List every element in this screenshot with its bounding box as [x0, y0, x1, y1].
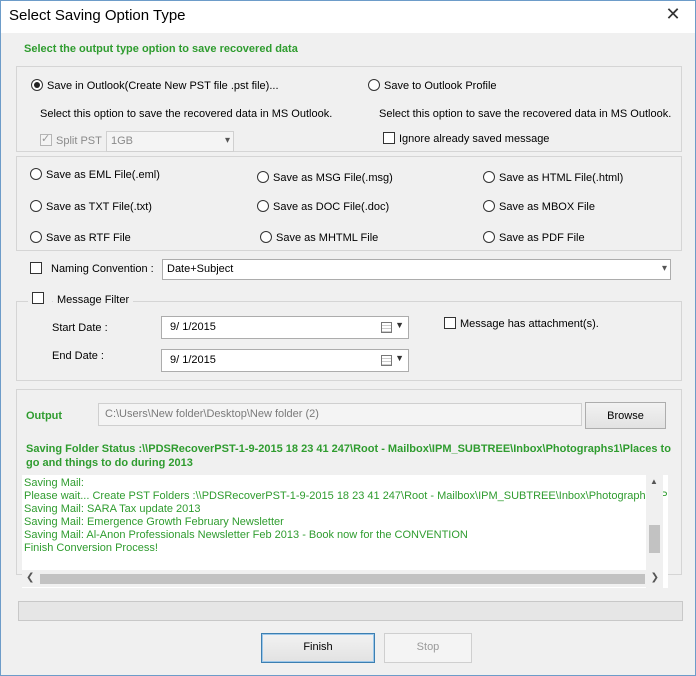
log-horizontal-scrollbar[interactable]: ❮ ❯: [22, 570, 663, 587]
radio-indicator[interactable]: [257, 171, 269, 183]
scroll-right-icon[interactable]: ❯: [651, 572, 659, 583]
format-radio-html[interactable]: Save as HTML File(.html): [483, 171, 623, 184]
save-pst-radio[interactable]: Save in Outlook(Create New PST file .pst…: [31, 79, 279, 92]
attachment-filter-checkbox[interactable]: Message has attachment(s).: [444, 317, 599, 330]
log-line: Saving Mail:: [24, 477, 84, 489]
format-label: Save as MSG File(.msg): [273, 172, 393, 184]
naming-convention-value: Date+Subject: [167, 263, 234, 275]
log-line: Saving Mail: Emergence Growth February N…: [24, 516, 284, 528]
radio-indicator[interactable]: [30, 200, 42, 212]
chevron-down-icon[interactable]: ▼: [395, 320, 404, 330]
calendar-icon[interactable]: [381, 355, 392, 366]
checkbox-indicator[interactable]: [30, 262, 42, 274]
browse-button[interactable]: Browse: [585, 402, 666, 429]
format-radio-mhtml[interactable]: Save as MHTML File: [260, 231, 378, 244]
scroll-up-icon[interactable]: ▲: [650, 477, 658, 486]
format-radio-txt[interactable]: Save as TXT File(.txt): [30, 200, 152, 213]
title-bar: Select Saving Option Type ✕: [1, 1, 695, 33]
save-pst-label: Save in Outlook(Create New PST file .pst…: [47, 80, 279, 92]
message-filter-label: Message Filter: [53, 294, 134, 306]
format-radio-doc[interactable]: Save as DOC File(.doc): [257, 200, 389, 213]
naming-convention-label: Naming Convention :: [51, 263, 154, 275]
message-filter-checkbox[interactable]: [28, 292, 52, 305]
checkbox-indicator[interactable]: [444, 317, 456, 329]
log-line: Please wait... Create PST Folders :\\PDS…: [24, 490, 668, 502]
radio-indicator[interactable]: [31, 79, 43, 91]
scroll-thumb[interactable]: [40, 574, 645, 584]
end-date-label: End Date :: [52, 350, 104, 362]
format-radio-pdf[interactable]: Save as PDF File: [483, 231, 585, 244]
format-radio-eml[interactable]: Save as EML File(.eml): [30, 168, 160, 181]
log-line: Finish Conversion Process!: [24, 542, 158, 554]
ignore-saved-checkbox[interactable]: Ignore already saved message: [383, 132, 549, 145]
start-date-value: 9/ 1/2015: [170, 321, 216, 333]
format-radio-msg[interactable]: Save as MSG File(.msg): [257, 171, 393, 184]
checkbox-indicator[interactable]: [40, 132, 52, 146]
save-profile-label: Save to Outlook Profile: [384, 80, 497, 92]
split-pst-checkbox[interactable]: Split PST: [40, 132, 102, 147]
saving-status-line-1: Saving Folder Status :\\PDSRecoverPST-1-…: [26, 443, 671, 455]
saving-status-line-2: go and things to do during 2013: [26, 457, 193, 469]
start-date-picker[interactable]: 9/ 1/2015 ▼: [161, 316, 409, 339]
radio-indicator[interactable]: [260, 231, 272, 243]
close-icon[interactable]: ✕: [659, 3, 687, 27]
format-label: Save as TXT File(.txt): [46, 201, 152, 213]
radio-indicator[interactable]: [30, 168, 42, 180]
window-title: Select Saving Option Type: [9, 7, 186, 24]
output-path-field[interactable]: C:\Users\New folder\Desktop\New folder (…: [98, 403, 582, 426]
radio-indicator[interactable]: [483, 171, 495, 183]
format-label: Save as DOC File(.doc): [273, 201, 390, 213]
output-label: Output: [26, 410, 63, 422]
scroll-thumb[interactable]: [649, 525, 660, 553]
format-radio-rtf[interactable]: Save as RTF File: [30, 231, 131, 244]
attachment-filter-label: Message has attachment(s).: [460, 318, 599, 330]
format-label: Save as RTF File: [46, 232, 131, 244]
format-radio-mbox[interactable]: Save as MBOX File: [483, 200, 595, 213]
format-label: Save as PDF File: [499, 232, 585, 244]
end-date-picker[interactable]: 9/ 1/2015 ▼: [161, 349, 409, 372]
naming-convention-select[interactable]: Date+Subject ▾: [162, 259, 671, 280]
naming-convention-checkbox[interactable]: [30, 262, 46, 275]
save-pst-description: Select this option to save the recovered…: [40, 108, 333, 120]
checkbox-indicator[interactable]: [32, 292, 44, 304]
finish-button[interactable]: Finish: [261, 633, 375, 663]
stop-button[interactable]: Stop: [384, 633, 472, 663]
format-label: Save as MHTML File: [276, 232, 379, 244]
split-pst-label: Split PST: [56, 135, 102, 147]
radio-indicator[interactable]: [257, 200, 269, 212]
chevron-down-icon[interactable]: ▼: [395, 353, 404, 363]
split-size-value: 1GB: [111, 135, 134, 147]
log-line: Saving Mail: SARA Tax update 2013: [24, 503, 201, 515]
radio-indicator[interactable]: [483, 231, 495, 243]
dialog-body: Select the output type option to save re…: [8, 33, 688, 670]
split-size-select[interactable]: 1GB ▾: [106, 131, 234, 152]
ignore-saved-label: Ignore already saved message: [399, 133, 550, 145]
end-date-value: 9/ 1/2015: [170, 354, 216, 366]
save-profile-radio[interactable]: Save to Outlook Profile: [368, 79, 497, 92]
format-label: Save as HTML File(.html): [499, 172, 624, 184]
dialog-window: Select Saving Option Type ✕ Select the o…: [0, 0, 696, 676]
scroll-left-icon[interactable]: ❮: [26, 572, 34, 583]
progress-bar: [18, 601, 683, 621]
checkbox-indicator[interactable]: [383, 132, 395, 144]
radio-indicator[interactable]: [368, 79, 380, 91]
chevron-down-icon: ▾: [661, 263, 667, 274]
format-label: Save as MBOX File: [499, 201, 595, 213]
start-date-label: Start Date :: [52, 322, 108, 334]
chevron-down-icon: ▾: [224, 135, 230, 146]
header-text: Select the output type option to save re…: [24, 43, 298, 55]
save-profile-description: Select this option to save the recovered…: [379, 108, 672, 120]
log-line: Saving Mail: Al-Anon Professionals Newsl…: [24, 529, 468, 541]
calendar-icon[interactable]: [381, 322, 392, 333]
radio-indicator[interactable]: [483, 200, 495, 212]
radio-indicator[interactable]: [30, 231, 42, 243]
format-label: Save as EML File(.eml): [46, 169, 160, 181]
